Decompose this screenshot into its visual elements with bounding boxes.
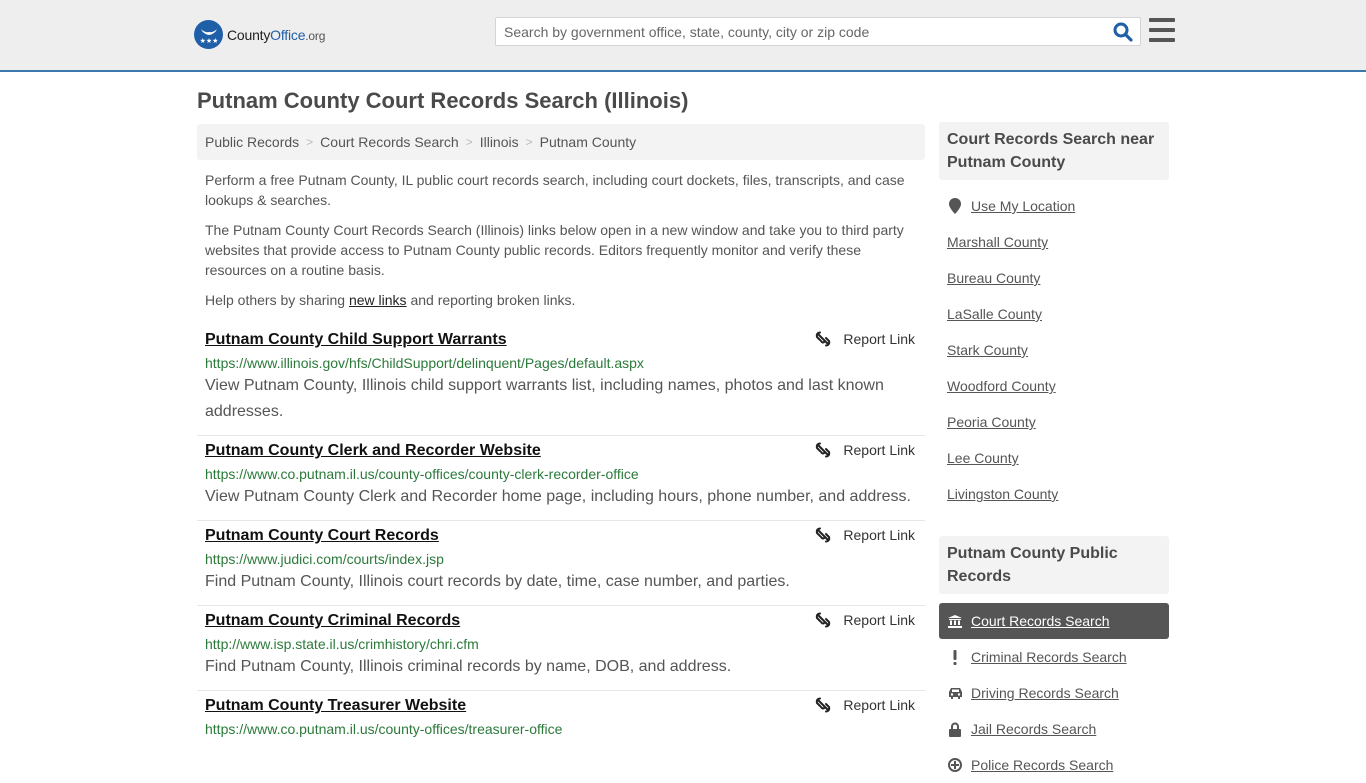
broken-link-icon bbox=[816, 331, 831, 347]
courthouse-icon bbox=[947, 614, 963, 628]
breadcrumb-separator: > bbox=[306, 135, 314, 149]
broken-link-icon bbox=[816, 612, 831, 628]
police-records-search-link[interactable]: Police Records Search bbox=[971, 757, 1113, 773]
results-list: Putnam County Child Support Warrants htt… bbox=[197, 325, 925, 749]
use-my-location-link[interactable]: Use My Location bbox=[971, 198, 1075, 214]
result-item: Putnam County Criminal Records http://ww… bbox=[197, 606, 925, 691]
nearby-county-item: Stark County bbox=[939, 332, 1169, 368]
result-description: View Putnam County Clerk and Recorder ho… bbox=[205, 488, 911, 505]
result-description: Find Putnam County, Illinois court recor… bbox=[205, 573, 790, 590]
result-url: https://www.illinois.gov/hfs/ChildSuppor… bbox=[205, 355, 644, 371]
report-link-button[interactable]: Report Link bbox=[815, 612, 915, 628]
broken-link-icon bbox=[816, 697, 831, 713]
result-url: https://www.co.putnam.il.us/county-offic… bbox=[205, 721, 563, 737]
new-links-link[interactable]: new links bbox=[349, 292, 407, 308]
result-item: Putnam County Court Records https://www.… bbox=[197, 521, 925, 606]
result-title-link[interactable]: Putnam County Court Records bbox=[205, 526, 439, 546]
report-link-button[interactable]: Report Link bbox=[815, 697, 915, 713]
driving-records-search-link[interactable]: Driving Records Search bbox=[971, 685, 1119, 701]
result-title-link[interactable]: Putnam County Child Support Warrants bbox=[205, 330, 507, 350]
search-input[interactable] bbox=[496, 18, 1106, 45]
breadcrumb-illinois[interactable]: Illinois bbox=[480, 134, 519, 150]
result-url: http://www.isp.state.il.us/crimhistory/c… bbox=[205, 636, 479, 652]
breadcrumb-putnam-county[interactable]: Putnam County bbox=[540, 134, 637, 150]
nearby-heading: Court Records Search near Putnam County bbox=[939, 122, 1169, 180]
search-bar bbox=[495, 17, 1141, 46]
breadcrumb: Public Records > Court Records Search > … bbox=[197, 124, 925, 160]
result-description: View Putnam County, Illinois child suppo… bbox=[205, 377, 884, 420]
public-records-heading: Putnam County Public Records bbox=[939, 536, 1169, 594]
result-item: Putnam County Clerk and Recorder Website… bbox=[197, 436, 925, 521]
svg-text:★★★: ★★★ bbox=[199, 37, 218, 45]
report-link-button[interactable]: Report Link bbox=[815, 331, 915, 347]
eagle-stars-icon: ★★★ bbox=[194, 20, 223, 49]
breadcrumb-court-records-search[interactable]: Court Records Search bbox=[320, 134, 459, 150]
sidebar-item-jail-records[interactable]: Jail Records Search bbox=[939, 711, 1169, 747]
result-item: Putnam County Child Support Warrants htt… bbox=[197, 325, 925, 436]
nearby-county-item: Peoria County bbox=[939, 404, 1169, 440]
top-bar: ★★★ CountyOffice.org bbox=[0, 0, 1366, 72]
map-pin-icon bbox=[947, 198, 963, 214]
county-link-bureau[interactable]: Bureau County bbox=[947, 270, 1040, 286]
use-location-item: Use My Location bbox=[939, 188, 1169, 224]
report-link-label: Report Link bbox=[843, 527, 915, 543]
county-link-livingston[interactable]: Livingston County bbox=[947, 486, 1058, 502]
report-link-button[interactable]: Report Link bbox=[815, 442, 915, 458]
site-logo[interactable]: ★★★ CountyOffice.org bbox=[194, 20, 325, 49]
result-url: https://www.co.putnam.il.us/county-offic… bbox=[205, 466, 639, 482]
result-description: Find Putnam County, Illinois criminal re… bbox=[205, 658, 732, 675]
nearby-county-item: Woodford County bbox=[939, 368, 1169, 404]
lock-icon bbox=[947, 722, 963, 737]
intro-text: and reporting broken links. bbox=[406, 292, 576, 308]
report-link-label: Report Link bbox=[843, 442, 915, 458]
nearby-county-item: Marshall County bbox=[939, 224, 1169, 260]
breadcrumb-public-records[interactable]: Public Records bbox=[205, 134, 299, 150]
nearby-county-item: Bureau County bbox=[939, 260, 1169, 296]
county-link-marshall[interactable]: Marshall County bbox=[947, 234, 1048, 250]
result-title-link[interactable]: Putnam County Treasurer Website bbox=[205, 696, 466, 716]
court-records-search-link[interactable]: Court Records Search bbox=[971, 613, 1110, 629]
report-link-label: Report Link bbox=[843, 612, 915, 628]
logo-text: CountyOffice.org bbox=[227, 26, 326, 43]
page-title: Putnam County Court Records Search (Illi… bbox=[197, 88, 689, 113]
public-records-panel: Putnam County Public Records Court Recor… bbox=[939, 536, 1169, 783]
result-item: Putnam County Treasurer Website https://… bbox=[197, 691, 925, 749]
report-link-label: Report Link bbox=[843, 331, 915, 347]
sidebar-item-driving-records[interactable]: Driving Records Search bbox=[939, 675, 1169, 711]
sidebar-item-court-records[interactable]: Court Records Search bbox=[939, 603, 1169, 639]
jail-records-search-link[interactable]: Jail Records Search bbox=[971, 721, 1096, 737]
intro-paragraph-3: Help others by sharing new links and rep… bbox=[205, 290, 917, 310]
search-button[interactable] bbox=[1106, 18, 1140, 45]
report-link-label: Report Link bbox=[843, 697, 915, 713]
car-icon bbox=[947, 687, 963, 699]
breadcrumb-separator: > bbox=[525, 135, 533, 149]
report-link-button[interactable]: Report Link bbox=[815, 527, 915, 543]
search-icon bbox=[1113, 22, 1133, 42]
nearby-county-item: Livingston County bbox=[939, 476, 1169, 512]
sidebar-item-police-records[interactable]: Police Records Search bbox=[939, 747, 1169, 783]
nearby-county-item: Lee County bbox=[939, 440, 1169, 476]
result-title-link[interactable]: Putnam County Clerk and Recorder Website bbox=[205, 441, 541, 461]
county-link-peoria[interactable]: Peoria County bbox=[947, 414, 1036, 430]
broken-link-icon bbox=[816, 527, 831, 543]
hamburger-menu-icon[interactable] bbox=[1149, 18, 1175, 42]
county-link-woodford[interactable]: Woodford County bbox=[947, 378, 1056, 394]
exclamation-icon bbox=[947, 649, 963, 665]
county-link-lasalle[interactable]: LaSalle County bbox=[947, 306, 1042, 322]
result-url: https://www.judici.com/courts/index.jsp bbox=[205, 551, 444, 567]
intro-text: Help others by sharing bbox=[205, 292, 349, 308]
county-link-lee[interactable]: Lee County bbox=[947, 450, 1019, 466]
breadcrumb-separator: > bbox=[465, 135, 473, 149]
intro-paragraph-1: Perform a free Putnam County, IL public … bbox=[205, 172, 905, 208]
result-title-link[interactable]: Putnam County Criminal Records bbox=[205, 611, 460, 631]
intro-paragraph-2: The Putnam County Court Records Search (… bbox=[205, 222, 904, 278]
broken-link-icon bbox=[816, 442, 831, 458]
county-link-stark[interactable]: Stark County bbox=[947, 342, 1028, 358]
criminal-records-search-link[interactable]: Criminal Records Search bbox=[971, 649, 1127, 665]
sidebar-item-criminal-records[interactable]: Criminal Records Search bbox=[939, 639, 1169, 675]
nearby-county-item: LaSalle County bbox=[939, 296, 1169, 332]
police-badge-icon bbox=[947, 758, 963, 772]
nearby-counties-panel: Court Records Search near Putnam County … bbox=[939, 122, 1169, 512]
